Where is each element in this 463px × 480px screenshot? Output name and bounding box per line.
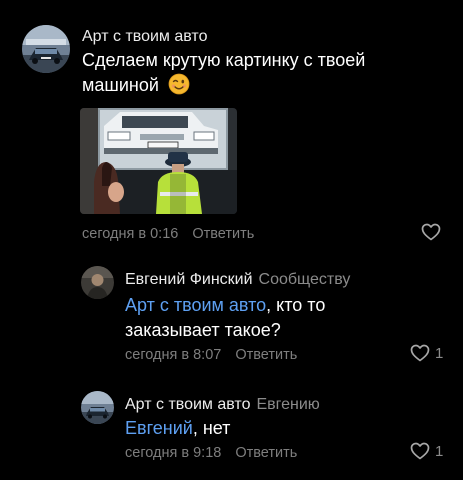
comment-text-line2: машиной (82, 75, 159, 95)
like-count: 1 (435, 442, 444, 460)
comment-text-line2: заказывает такое? (125, 320, 281, 340)
comment-text: Арт с твоим авто, кто то заказывает тако… (125, 293, 445, 343)
author-name[interactable]: Арт с твоим авто (125, 396, 250, 413)
reply-button[interactable]: Ответить (235, 347, 297, 363)
comment-meta: сегодня в 8:07 Ответить (125, 346, 297, 364)
avatar-art-s-tvoim-avto[interactable] (22, 25, 70, 73)
avatar-evgeniy-finskiy[interactable] (81, 266, 114, 299)
mention-link[interactable]: Евгений (125, 418, 193, 438)
comment-text-rest: , нет (192, 418, 231, 438)
comment-text-rest: , кто то (266, 295, 326, 315)
comment-time: сегодня в 8:07 (125, 347, 222, 363)
avatar-art-s-tvoim-avto[interactable] (81, 391, 114, 424)
comment-text: Евгений, нет (125, 416, 445, 441)
heart-icon (410, 442, 430, 460)
attached-image[interactable] (80, 108, 237, 214)
like-button[interactable] (421, 223, 441, 241)
like-button[interactable]: 1 (410, 442, 443, 460)
comment-author[interactable]: Арт с твоим авто (82, 27, 207, 47)
reply-button[interactable]: Ответить (192, 226, 254, 242)
mention-link[interactable]: Арт с твоим авто (125, 295, 266, 315)
comment-time: сегодня в 9:18 (125, 445, 222, 461)
reply-to-label: Евгению (256, 396, 320, 413)
comment-time: сегодня в 0:16 (82, 226, 179, 242)
author-name[interactable]: Евгений Финский (125, 271, 253, 288)
like-count: 1 (435, 344, 444, 362)
winking-face-emoji-icon (168, 73, 190, 95)
comment-author: Евгений Финский Сообществу (125, 270, 350, 290)
like-button[interactable]: 1 (410, 344, 443, 362)
heart-icon (421, 223, 441, 241)
comment-text-line1: Сделаем крутую картинку с твоей (82, 50, 366, 70)
comment-meta: сегодня в 9:18 Ответить (125, 444, 297, 462)
reply-to-label: Сообществу (258, 271, 351, 288)
reply-button[interactable]: Ответить (235, 445, 297, 461)
comment-author: Арт с твоим авто Евгению (125, 395, 320, 415)
comment-text: Сделаем крутую картинку с твоей машиной (82, 48, 442, 98)
heart-icon (410, 344, 430, 362)
comment-meta: сегодня в 0:16 Ответить (82, 225, 254, 243)
